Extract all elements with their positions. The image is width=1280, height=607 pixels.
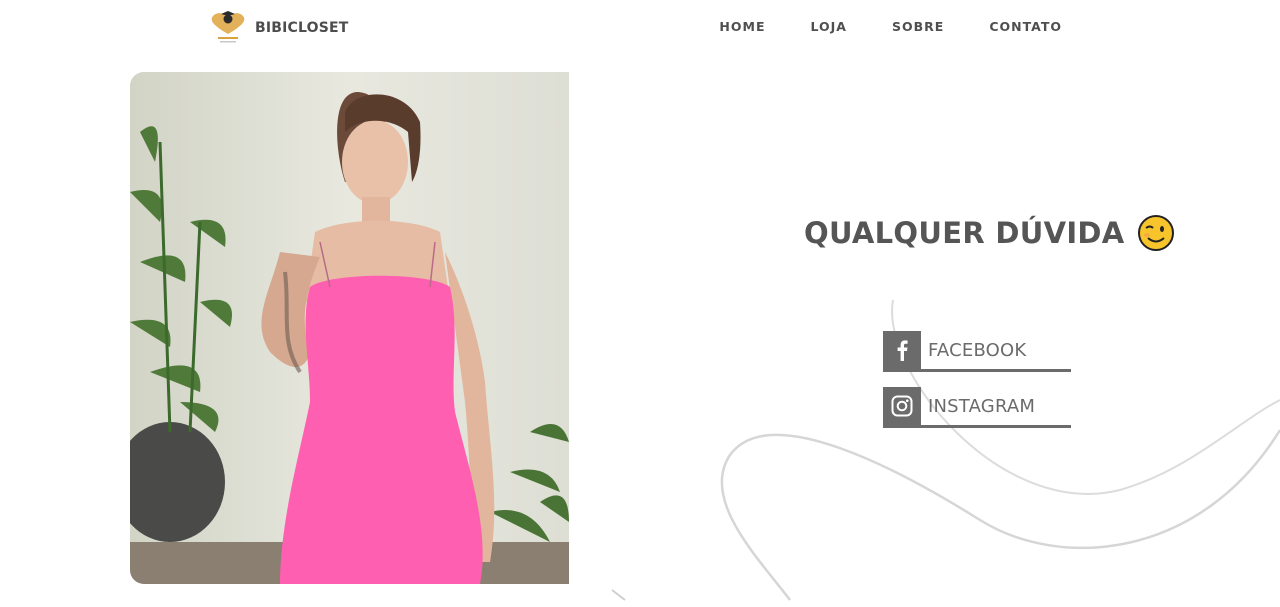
contact-headline: QUALQUER DÚVIDA: [804, 214, 1175, 252]
instagram-link[interactable]: INSTAGRAM: [883, 387, 1071, 428]
nav-item-home[interactable]: HOME: [719, 19, 765, 34]
main-nav: HOME LOJA SOBRE CONTATO: [719, 19, 1062, 34]
hero-video[interactable]: [130, 72, 569, 584]
contact-headline-text: QUALQUER DÚVIDA: [804, 216, 1125, 250]
facebook-icon: [883, 331, 921, 369]
nav-item-contato[interactable]: CONTATO: [989, 19, 1062, 34]
hero-video-frame: [130, 72, 569, 584]
facebook-link[interactable]: FACEBOOK: [883, 331, 1071, 372]
facebook-label: FACEBOOK: [928, 339, 1027, 361]
site-header: BIBICLOSET HOME LOJA SOBRE CONTATO: [0, 0, 1280, 56]
brand-logo-icon: [211, 11, 245, 43]
nav-item-sobre[interactable]: SOBRE: [892, 19, 944, 34]
brand-name: BIBICLOSET: [255, 20, 349, 36]
instagram-icon: [883, 387, 921, 425]
instagram-label: INSTAGRAM: [928, 395, 1036, 417]
wink-emoji-icon: [1137, 215, 1174, 251]
brand-logo-link[interactable]: BIBICLOSET: [208, 10, 349, 46]
nav-item-loja[interactable]: LOJA: [811, 19, 847, 34]
